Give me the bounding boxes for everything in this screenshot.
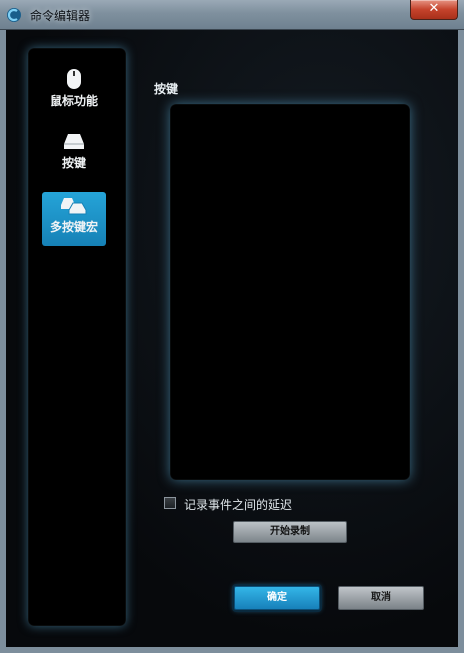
record-delay-label: 记录事件之间的延迟 — [184, 498, 293, 512]
record-delay-checkbox[interactable] — [164, 497, 176, 509]
app-logo-icon — [7, 8, 21, 22]
nav-item-key[interactable]: 按键 — [42, 128, 106, 182]
keys-section-label: 按键 — [154, 82, 179, 96]
window-title: 命令编辑器 — [30, 9, 91, 23]
nav-item-label: 多按键宏 — [49, 220, 98, 234]
key-icon — [64, 134, 84, 149]
command-type-nav: 鼠标功能 按键 多按键宏 — [28, 48, 126, 626]
ok-button[interactable]: 确定 — [234, 586, 320, 610]
mouse-icon — [67, 69, 81, 89]
nav-item-multi-key-macro[interactable]: 多按键宏 — [42, 192, 106, 246]
nav-item-mouse-function[interactable]: 鼠标功能 — [42, 64, 106, 118]
client-area: 鼠标功能 按键 多按键宏 按键 记录事件之间的延迟 开始录制 确定 取消 — [6, 30, 458, 647]
keys-list[interactable] — [170, 104, 410, 480]
cancel-button[interactable]: 取消 — [338, 586, 424, 610]
title-bar[interactable]: 命令编辑器 ✕ — [0, 0, 464, 30]
nav-item-label: 按键 — [61, 156, 86, 170]
multi-key-icon — [61, 198, 87, 215]
nav-item-label: 鼠标功能 — [49, 94, 98, 108]
close-button[interactable]: ✕ — [410, 0, 458, 20]
start-recording-button[interactable]: 开始录制 — [233, 521, 347, 543]
